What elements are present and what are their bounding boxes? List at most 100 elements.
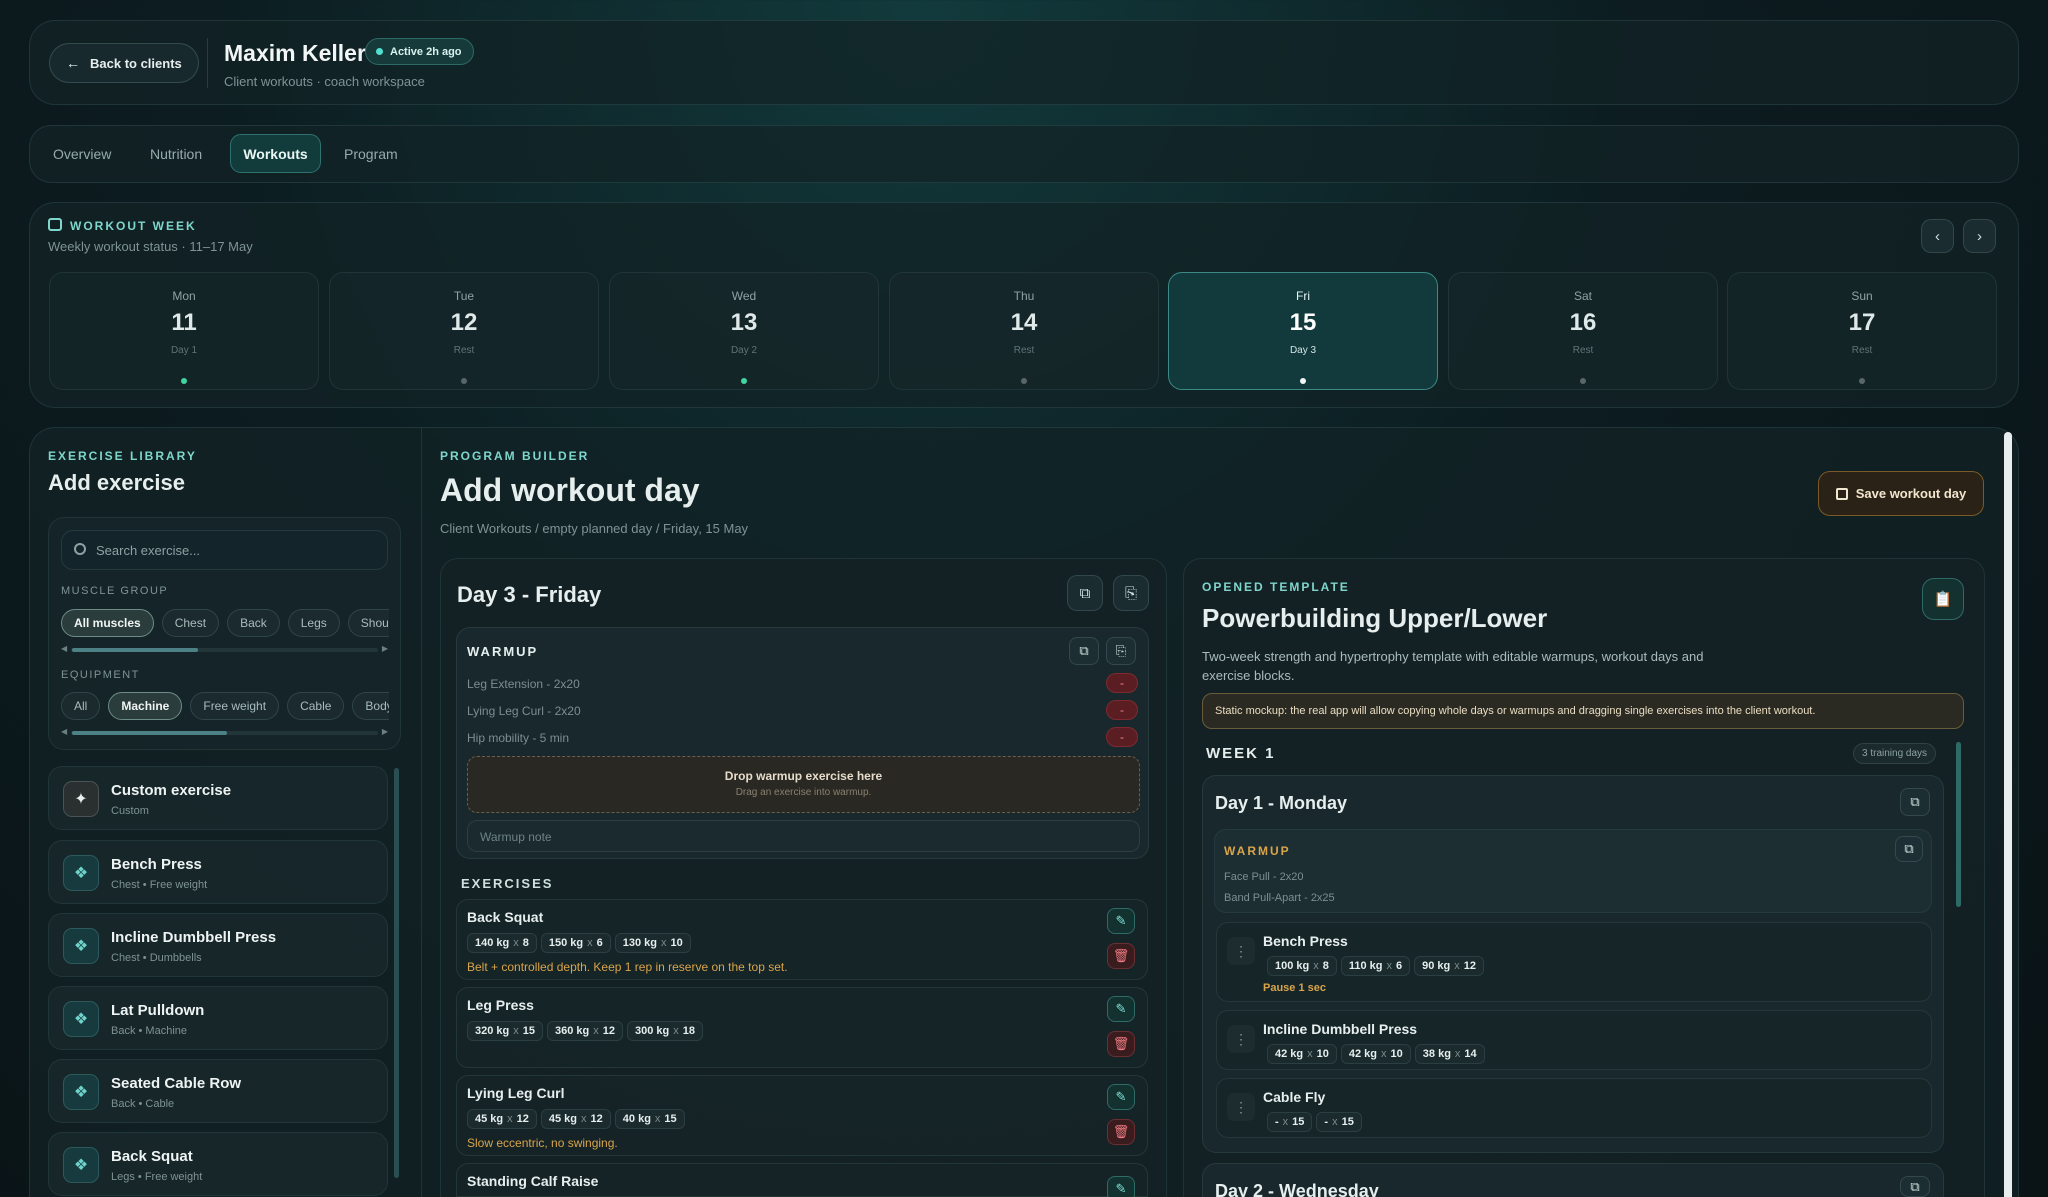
drag-handle-icon[interactable]: ⋮: [1227, 1025, 1255, 1053]
library-item-custom[interactable]: ✦ Custom exercise Custom: [48, 766, 388, 830]
template-exercise-incline-dumbbell-press[interactable]: ⋮ Incline Dumbbell Press 42 kg x 10 42 kg x 1…: [1216, 1010, 1932, 1070]
set-chip: 110 kg x 6: [1340, 956, 1411, 976]
library-item-bench-press[interactable]: ❖ Bench Press Chest • Free weight: [48, 840, 388, 904]
back-to-clients-button[interactable]: ← Back to clients: [49, 43, 199, 83]
clipboard-button[interactable]: 📋: [1922, 578, 1964, 620]
library-item-seated-cable-row[interactable]: ❖ Seated Cable Row Back • Cable: [48, 1059, 388, 1123]
day-card-mon[interactable]: Mon 11 Day 1: [49, 272, 319, 390]
exercise-card-leg-press[interactable]: Leg Press 320 kg x 15 360 kg x 12 300 kg x 18 ✎ …: [456, 987, 1148, 1068]
set-chip: 38 kg x 14: [1414, 1044, 1485, 1064]
set-chip: 320 kg x 15: [467, 1021, 543, 1041]
scroll-right-icon: ▶: [381, 644, 388, 653]
save-icon: [1835, 487, 1848, 500]
library-item-back-squat[interactable]: ❖ Back Squat Legs • Free weight: [48, 1132, 388, 1196]
tab-nutrition[interactable]: Nutrition: [150, 146, 202, 162]
day-card-thu[interactable]: Thu 14 Rest: [889, 272, 1159, 390]
remove-warmup-button[interactable]: -: [1106, 727, 1138, 747]
exercise-card-standing-calf-raise[interactable]: Standing Calf Raise ✎: [456, 1163, 1148, 1197]
clipboard-icon: 📋: [1933, 591, 1953, 608]
day-card-sun[interactable]: Sun 17 Rest: [1727, 272, 1997, 390]
tab-program[interactable]: Program: [344, 146, 398, 162]
library-scrollbar[interactable]: [394, 768, 399, 1178]
edit-icon[interactable]: ✎: [1107, 1084, 1135, 1110]
chip-legs[interactable]: Legs: [287, 609, 340, 637]
paste-warmup-button[interactable]: ⎘: [1106, 637, 1136, 665]
back-label: Back to clients: [90, 55, 182, 71]
library-item-lat-pulldown[interactable]: ❖ Lat Pulldown Back • Machine: [48, 986, 388, 1050]
copy-warmup-button[interactable]: ⧉: [1069, 637, 1099, 665]
chevron-left-icon: ‹: [1935, 227, 1940, 245]
library-item-incline-dumbbell-press[interactable]: ❖ Incline Dumbbell Press Chest • Dumbbel…: [48, 913, 388, 977]
tab-overview[interactable]: Overview: [53, 146, 111, 162]
search-input[interactable]: Search exercise...: [96, 543, 200, 558]
drag-handle-icon[interactable]: ⋮: [1227, 937, 1255, 965]
chip-chest[interactable]: Chest: [161, 609, 220, 637]
edit-icon[interactable]: ✎: [1107, 1176, 1135, 1197]
page-scrollbar[interactable]: [2004, 432, 2012, 1197]
exercise-note: Pause 1 sec: [1263, 982, 1326, 994]
sparkle-icon: ✦: [63, 781, 99, 817]
template-exercise-cable-fly[interactable]: ⋮ Cable Fly - x 15- x 15: [1216, 1078, 1932, 1138]
exercise-note: Belt + controlled depth. Keep 1 rep in r…: [467, 960, 788, 974]
copy-template-day2-button[interactable]: ⧉: [1900, 1176, 1930, 1197]
tab-workouts[interactable]: Workouts: [230, 134, 321, 173]
set-chip: 100 kg x 8: [1267, 956, 1337, 976]
save-workout-day-button[interactable]: Save workout day: [1818, 471, 1984, 516]
trash-icon[interactable]: 🗑: [1107, 1119, 1135, 1145]
chip-back[interactable]: Back: [227, 609, 280, 637]
day-card-tue[interactable]: Tue 12 Rest: [329, 272, 599, 390]
status-dot: [1859, 378, 1865, 384]
trash-icon[interactable]: 🗑: [1107, 1031, 1135, 1057]
dumbbell-icon: ❖: [63, 1074, 99, 1110]
copy-icon: ⧉: [1079, 584, 1091, 602]
template-exercise-bench-press[interactable]: ⋮ Bench Press 100 kg x 8 110 kg x 6 90 kg x 12 P…: [1216, 922, 1932, 1002]
chip-all-muscles[interactable]: All muscles: [61, 609, 154, 637]
search-icon: [74, 543, 86, 555]
chip-shoulders[interactable]: Shoulders: [347, 609, 389, 637]
copy-day-button[interactable]: ⧉: [1067, 575, 1103, 611]
next-week-button[interactable]: ›: [1963, 219, 1996, 253]
exercise-card-lying-leg-curl[interactable]: Lying Leg Curl 45 kg x 12 45 kg x 12 40 kg x 15 …: [456, 1075, 1148, 1156]
search-field[interactable]: Search exercise...: [61, 530, 388, 570]
template-day1-title: Day 1 - Monday: [1215, 793, 1348, 813]
status-dot: [1300, 378, 1306, 384]
template-scrollbar[interactable]: [1956, 742, 1961, 907]
scroll-left-icon: ◀: [61, 727, 68, 736]
muscle-chips-scrollbar[interactable]: ◀ ▶: [61, 644, 388, 653]
scroll-left-icon: ◀: [61, 644, 68, 653]
copy-template-day-button[interactable]: ⧉: [1900, 788, 1930, 816]
chip-machine[interactable]: Machine: [108, 692, 183, 720]
prev-week-button[interactable]: ‹: [1921, 219, 1954, 253]
template-notice: Static mockup: the real app will allow c…: [1202, 693, 1964, 729]
scroll-right-icon: ▶: [381, 727, 388, 736]
exercise-card-back-squat[interactable]: Back Squat 140 kg x 8 150 kg x 6 130 kg x 10 Bel…: [456, 899, 1148, 980]
remove-warmup-button[interactable]: -: [1106, 700, 1138, 720]
warmup-note-input[interactable]: Warmup note: [467, 820, 1140, 852]
drop-title: Drop warmup exercise here: [724, 769, 883, 783]
trash-icon[interactable]: 🗑: [1107, 943, 1135, 969]
chip-all[interactable]: All: [61, 692, 101, 720]
day-card-fri[interactable]: Fri 15 Day 3: [1168, 272, 1438, 390]
drag-handle-icon[interactable]: ⋮: [1227, 1093, 1255, 1121]
dumbbell-icon: ❖: [63, 1001, 99, 1037]
edit-icon[interactable]: ✎: [1107, 996, 1135, 1022]
chip-cable[interactable]: Cable: [287, 692, 345, 720]
paste-day-button[interactable]: ⎘: [1113, 575, 1149, 611]
chip-bodyweight[interactable]: Bodywe: [352, 692, 389, 720]
status-dot: [741, 378, 747, 384]
equipment-chips-scrollbar[interactable]: ◀ ▶: [61, 727, 388, 736]
chip-free-weight[interactable]: Free weight: [190, 692, 280, 720]
set-chip: 360 kg x 12: [547, 1021, 623, 1041]
set-chip: 140 kg x 8: [467, 933, 537, 953]
set-chip: 45 kg x 12: [467, 1109, 537, 1129]
library-divider: [421, 428, 422, 1197]
set-chip: - x 15: [1267, 1112, 1313, 1132]
set-list: 320 kg x 15 360 kg x 12 300 kg x 18: [467, 1021, 707, 1041]
day-card-wed[interactable]: Wed 13 Day 2: [609, 272, 879, 390]
warmup-drop-zone[interactable]: Drop warmup exercise here Drag an exerci…: [467, 756, 1140, 813]
edit-icon[interactable]: ✎: [1107, 908, 1135, 934]
remove-warmup-button[interactable]: -: [1106, 673, 1138, 693]
copy-template-warmup-button[interactable]: ⧉: [1895, 836, 1923, 862]
day-card-sat[interactable]: Sat 16 Rest: [1448, 272, 1718, 390]
set-list: 45 kg x 12 45 kg x 12 40 kg x 15: [467, 1109, 689, 1129]
